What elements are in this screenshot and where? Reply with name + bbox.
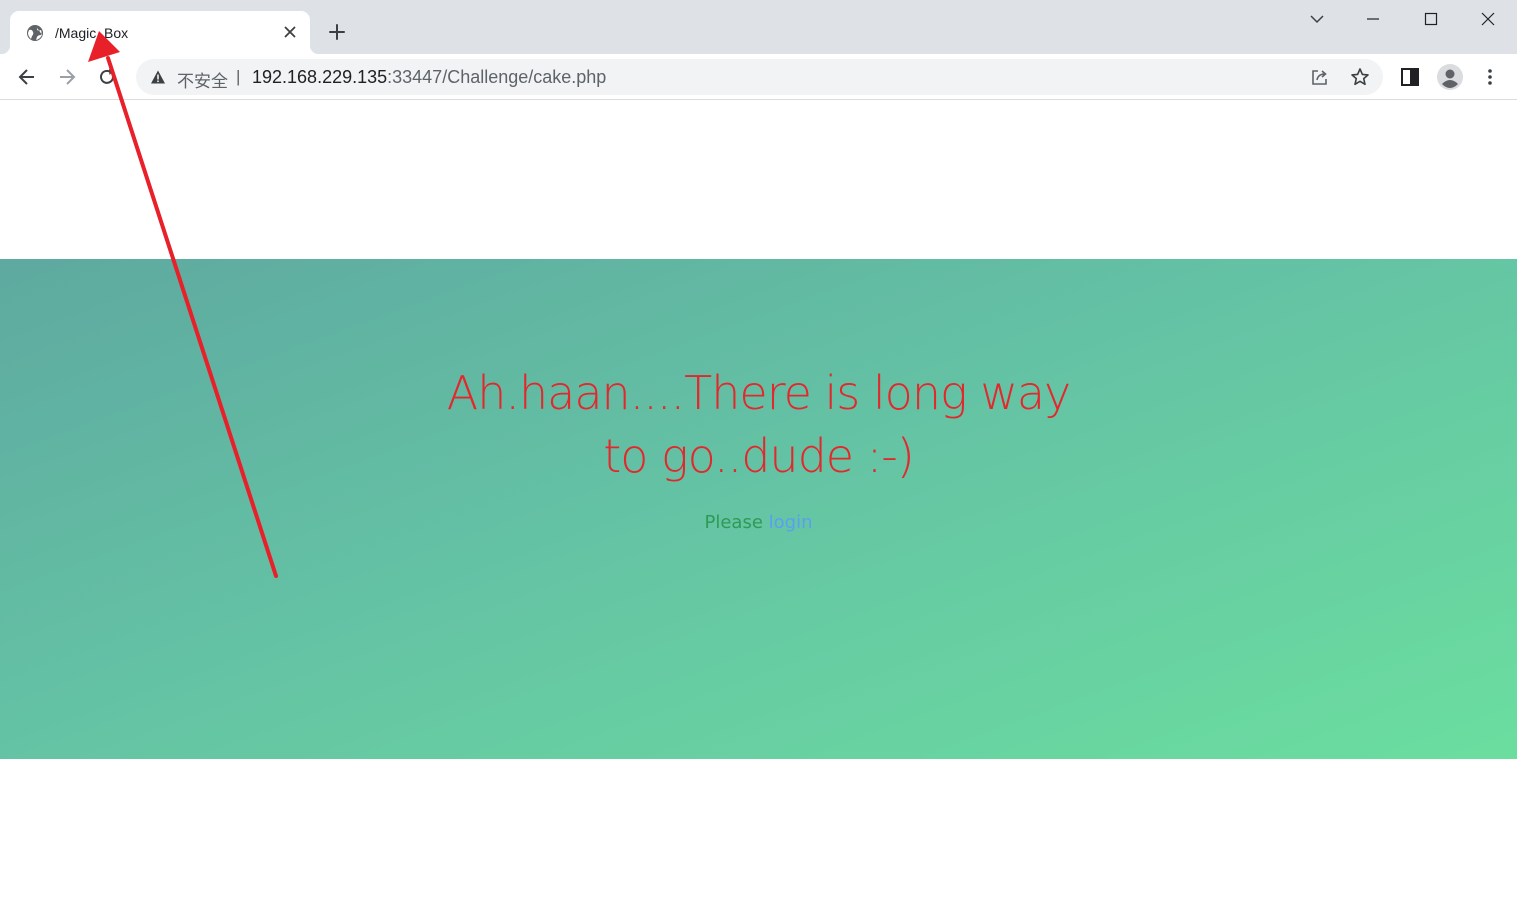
side-panel-icon [1401, 68, 1419, 86]
profile-button[interactable] [1436, 63, 1464, 91]
star-icon[interactable] [1350, 67, 1370, 87]
maximize-button[interactable] [1403, 0, 1459, 38]
close-icon[interactable] [282, 24, 298, 40]
url-text[interactable]: 192.168.229.135:33447/Challenge/cake.php [252, 67, 606, 88]
kebab-menu-icon [1488, 69, 1492, 85]
login-link[interactable]: login [769, 512, 813, 533]
hero-banner [0, 259, 1517, 759]
warning-icon[interactable] [150, 69, 166, 85]
browser-tab[interactable]: /Magic_Box [1, 11, 319, 54]
reload-button[interactable] [93, 63, 121, 91]
omnibox-separator: | [236, 67, 241, 86]
maximize-icon [1424, 12, 1438, 26]
side-panel-button[interactable] [1396, 63, 1424, 91]
menu-button[interactable] [1476, 63, 1504, 91]
share-icon[interactable] [1310, 67, 1330, 87]
security-label[interactable]: 不安全 [177, 67, 228, 92]
page-headline: Ah.haan....There is long way to go..dude… [446, 366, 1072, 483]
arrow-left-icon [18, 69, 34, 85]
profile-icon [1437, 64, 1463, 90]
minimize-icon [1367, 18, 1379, 20]
minimize-button[interactable] [1345, 0, 1401, 38]
close-icon [1481, 12, 1495, 26]
globe-icon [27, 25, 43, 41]
tab-strip: /Magic_Box [0, 0, 1517, 54]
plus-icon[interactable] [326, 21, 348, 43]
tab-title: /Magic_Box [55, 25, 129, 41]
reload-icon [100, 69, 114, 84]
login-prompt: Please login [0, 512, 1517, 533]
arrow-right-icon [60, 69, 76, 85]
address-bar[interactable]: 不安全 | 192.168.229.135:33447/Challenge/ca… [136, 59, 1383, 95]
prompt-text: Please [704, 512, 769, 533]
url-host: 192.168.229.135 [252, 67, 388, 87]
browser-toolbar: 不安全 | 192.168.229.135:33447/Challenge/ca… [0, 54, 1517, 100]
chevron-down-icon [1310, 15, 1324, 24]
tab-search-button[interactable] [1289, 0, 1345, 38]
forward-button[interactable] [53, 63, 81, 91]
url-path: :33447/Challenge/cake.php [387, 67, 607, 87]
back-button[interactable] [13, 63, 41, 91]
window-close-button[interactable] [1460, 0, 1516, 38]
